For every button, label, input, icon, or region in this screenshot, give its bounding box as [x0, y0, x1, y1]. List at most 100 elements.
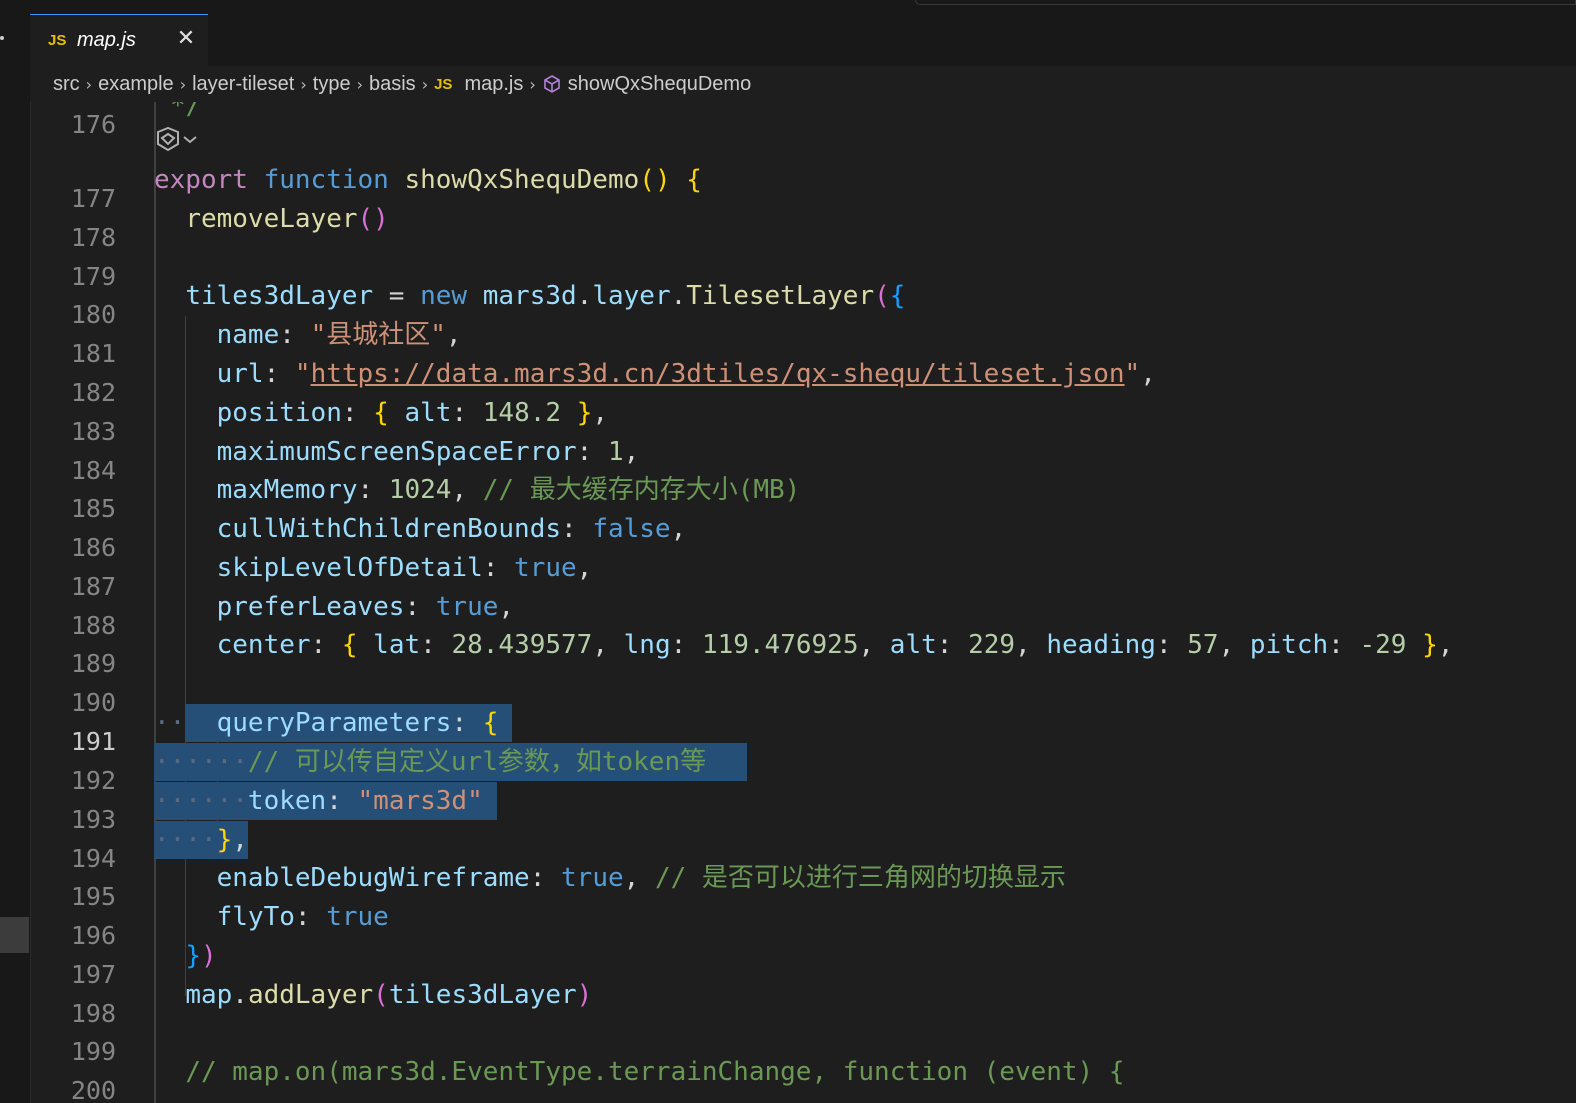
close-icon[interactable]: ✕ — [174, 27, 198, 51]
key: queryParameters — [216, 708, 452, 738]
number: 1 — [607, 437, 624, 467]
breadcrumb-src[interactable]: src — [53, 73, 80, 96]
code-line[interactable]: 198 map.addLayer(tiles3dLayer) — [30, 976, 1576, 1028]
comma: , — [232, 825, 248, 855]
code-line[interactable]: 194 ····}, — [30, 821, 1576, 873]
key: flyTo — [216, 902, 295, 932]
breadcrumb-example[interactable]: example — [98, 73, 174, 96]
paren: ( — [357, 204, 374, 234]
code-line[interactable]: 186 cullWithChildrenBounds: false, — [30, 510, 1576, 562]
breadcrumb: src › example › layer-tileset › type › b… — [30, 66, 1576, 102]
code-line[interactable]: 183 position: { alt: 148.2 }, — [30, 394, 1576, 446]
tab-label: map.js — [77, 29, 136, 51]
colon: : — [310, 630, 342, 660]
key: center — [216, 630, 311, 660]
activity-dot-icon[interactable] — [0, 36, 4, 40]
breadcrumb-symbol[interactable]: showQxShequDemo — [568, 73, 751, 96]
argument: tiles3dLayer — [388, 980, 577, 1010]
code-line[interactable]: 180 tiles3dLayer = new mars3d.layer.Tile… — [30, 277, 1576, 329]
copilot-sparkle-icon[interactable] — [154, 124, 206, 154]
code-line[interactable]: 181 name: "县城社区", — [30, 316, 1576, 368]
class-name: TilesetLayer — [686, 281, 875, 311]
colon: : — [529, 863, 562, 893]
number: 229 — [968, 630, 1016, 660]
comma: , — [670, 514, 687, 544]
colon: : — [451, 708, 483, 738]
comma: , — [623, 437, 640, 467]
comment: // 最大缓存内存大小(MB) — [482, 475, 801, 505]
boolean: true — [435, 592, 499, 622]
code-line[interactable]: 199 — [30, 1014, 1576, 1066]
javascript-file-icon: JS — [434, 75, 453, 93]
tab-map-js[interactable]: JS map.js ✕ — [30, 14, 208, 67]
code-line[interactable]: 200 // map.on(mars3d.EventType.terrainCh… — [30, 1053, 1576, 1103]
line-number: 200 — [70, 1076, 116, 1103]
paren: ) — [654, 165, 671, 195]
colon: : — [263, 359, 295, 389]
code-line[interactable]: 185 maxMemory: 1024, // 最大缓存内存大小(MB) — [30, 471, 1576, 523]
activity-indicator[interactable] — [0, 917, 29, 953]
colon: : — [357, 475, 389, 505]
code-line[interactable]: 179 — [30, 239, 1576, 291]
colon: : — [576, 437, 608, 467]
code-line[interactable]: 196 flyTo: true — [30, 898, 1576, 950]
paren: ) — [576, 980, 593, 1010]
chevron-right-icon: › — [356, 74, 363, 94]
code-line-active[interactable]: 191 ·· queryParameters: { — [30, 704, 1576, 756]
keyword-export: export — [154, 165, 248, 195]
quote: " — [1124, 359, 1141, 389]
paren: ( — [639, 165, 655, 195]
number: 119.476925 — [701, 630, 859, 660]
breadcrumb-layer-tileset[interactable]: layer-tileset — [192, 73, 294, 96]
paren: ) — [373, 204, 389, 234]
activity-bar — [0, 0, 31, 1103]
colon: : — [294, 902, 327, 932]
code-line[interactable]: 189 center: { lat: 28.439577, lng: 119.4… — [30, 626, 1576, 678]
code-line[interactable]: 192 ······// 可以传自定义url参数，如token等 — [30, 743, 1576, 795]
code-line[interactable]: 182 url: "https://data.mars3d.cn/3dtiles… — [30, 355, 1576, 407]
code-line[interactable]: 195 enableDebugWireframe: true, // 是否可以进… — [30, 859, 1576, 911]
key: pitch — [1249, 630, 1329, 660]
colon: : — [279, 320, 311, 350]
code-editor[interactable]: 176 */ 177 export function showQxShequDe… — [30, 102, 1576, 1103]
comment: // 是否可以进行三角网的切换显示 — [654, 863, 1066, 893]
code-line[interactable]: 188 preferLeaves: true, — [30, 588, 1576, 640]
boolean: true — [561, 863, 624, 893]
breadcrumb-basis[interactable]: basis — [369, 73, 416, 96]
comma: , — [445, 320, 462, 350]
chevron-right-icon: › — [85, 74, 93, 94]
code-line[interactable]: 190 — [30, 665, 1576, 717]
code-line[interactable]: 197 }) — [30, 937, 1576, 989]
colon: : — [482, 553, 515, 583]
code-line[interactable]: 177 export function showQxShequDemo() { — [30, 161, 1576, 213]
code-line[interactable]: 187 skipLevelOfDetail: true, — [30, 549, 1576, 601]
code-line[interactable]: 178 removeLayer() — [30, 200, 1576, 252]
call-name: removeLayer — [185, 204, 358, 234]
comma: , — [451, 475, 483, 505]
key: cullWithChildrenBounds — [216, 514, 561, 544]
key: heading — [1046, 630, 1156, 660]
colon: : — [451, 398, 483, 428]
keyword-function: function — [263, 165, 389, 195]
key: lat — [357, 630, 421, 660]
paren: ( — [373, 980, 389, 1010]
breadcrumb-file[interactable]: map.js — [464, 73, 523, 96]
key: position — [216, 398, 342, 428]
dot: . — [670, 281, 687, 311]
code-line[interactable]: 176 */ — [30, 102, 1576, 139]
key: lng — [623, 630, 671, 660]
comma: , — [1437, 630, 1454, 660]
code-line[interactable]: 184 maximumScreenSpaceError: 1, — [30, 433, 1576, 485]
method-cube-icon — [543, 75, 560, 93]
breadcrumb-type[interactable]: type — [313, 73, 351, 96]
url-link[interactable]: https://data.mars3d.cn/3dtiles/qx-shequ/… — [311, 359, 1125, 389]
comma: , — [576, 553, 593, 583]
comment: // 可以传自定义url参数，如token等 — [247, 747, 707, 777]
colon: : — [341, 398, 374, 428]
code-line[interactable]: 193 ······token: "mars3d" — [30, 782, 1576, 834]
brace: { — [341, 630, 358, 660]
chevron-right-icon: › — [300, 74, 307, 94]
dot: . — [232, 980, 248, 1010]
number: 28.439577 — [451, 630, 593, 660]
key: enableDebugWireframe — [216, 863, 530, 893]
